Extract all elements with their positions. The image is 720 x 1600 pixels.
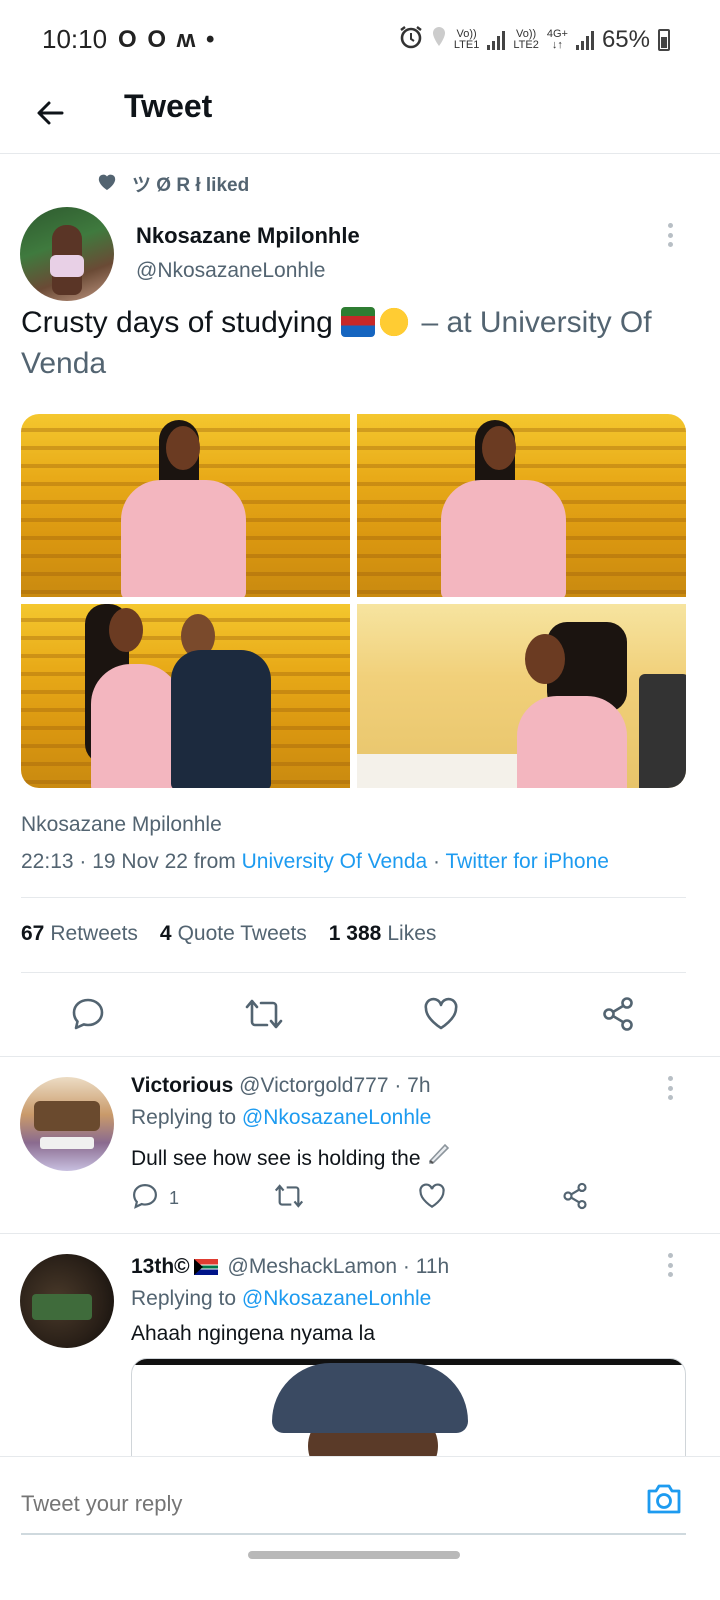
top-app-bar: Tweet [0, 80, 720, 154]
divider [21, 972, 686, 973]
reply-input[interactable] [21, 1491, 581, 1517]
signal-icon-2 [575, 30, 594, 50]
tweet-meta-name: Nkosazane Mpilonhle [21, 813, 222, 836]
reply-button[interactable]: 1 [131, 1181, 179, 1215]
tweet-body: Crusty days of studying [21, 306, 333, 339]
replying-to: Replying to @NkosazaneLonhle [131, 1287, 432, 1310]
retweet-button[interactable] [273, 1181, 305, 1215]
signal-icon [487, 30, 506, 50]
tweet-action-bar [0, 990, 720, 1042]
author-avatar[interactable] [20, 207, 114, 301]
status-right-icons: Vo)) LTE1 Vo)) LTE2 4G+ ↓↑ 65% [398, 24, 670, 55]
place-link[interactable]: University Of Venda [242, 850, 428, 873]
reply-count: 1 [169, 1187, 180, 1208]
heart-icon [418, 1183, 446, 1214]
notification-icons: O O ʍ • [118, 26, 217, 53]
books-emoji [341, 307, 376, 337]
reply-text: Ahaah ngingena nyama la [131, 1322, 376, 1345]
location-icon [432, 26, 446, 53]
sim2-indicator: Vo)) LTE2 [513, 27, 539, 51]
reply-button[interactable] [68, 996, 108, 1036]
loudly-crying-face-emoji [377, 307, 412, 337]
retweets-stat[interactable]: 67 Retweets [21, 922, 138, 946]
reply-author-name[interactable]: 13th© [131, 1255, 190, 1278]
reply-handle-time[interactable]: @Victorgold777 · 7h [239, 1074, 430, 1097]
social-context-text: ツ Ø R ł liked [132, 175, 250, 196]
sim1-indicator: Vo)) LTE1 [453, 27, 480, 51]
tweet-photo-4[interactable] [357, 604, 686, 788]
reply-action-bar: 1 [131, 1181, 611, 1215]
reply-header: Victorious @Victorgold777 · 7h [131, 1074, 431, 1098]
tweet-photo-3[interactable] [21, 604, 350, 788]
tweet-text: Crusty days of studying – at University … [21, 302, 701, 384]
status-bar: 10:10 O O ʍ • Vo)) LTE1 Vo)) LTE2 4G+ ↓↑ 65… [0, 0, 720, 80]
share-button[interactable] [598, 996, 638, 1036]
arrow-left-icon [34, 97, 66, 134]
page-title: Tweet [124, 88, 213, 124]
retweet-icon [273, 1182, 305, 1215]
replying-to-link[interactable]: @NkosazaneLonhle [242, 1287, 431, 1310]
input-underline [21, 1533, 686, 1535]
pen-emoji [426, 1143, 452, 1170]
tweet-stats: 67 Retweets 4 Quote Tweets 1 388 Likes [21, 922, 436, 946]
reply-handle-time[interactable]: @MeshackLamon · 11h [228, 1255, 450, 1278]
author-handle[interactable]: @NkosazaneLonhle [136, 259, 325, 283]
reply-composer [0, 1456, 720, 1600]
tweet-timestamp: 22:13 · 19 Nov 22 from University Of Ven… [21, 850, 609, 873]
share-icon [561, 1182, 589, 1215]
reply-header: 13th© @MeshackLamon · 11h [131, 1255, 449, 1279]
like-button[interactable] [421, 996, 461, 1036]
more-options-icon[interactable] [660, 220, 680, 250]
tweet-media-grid [21, 414, 686, 788]
back-button[interactable] [28, 90, 72, 140]
reply-icon [131, 1182, 159, 1215]
likes-stat[interactable]: 1 388 Likes [329, 922, 437, 946]
network-type: 4G+ ↓↑ [546, 27, 568, 51]
reply-text: Dull see how see is holding the [131, 1141, 452, 1171]
tweet-photo-2[interactable] [357, 414, 686, 597]
avatar[interactable] [20, 1254, 114, 1348]
battery-icon [658, 28, 670, 51]
reply-author-name[interactable]: Victorious [131, 1074, 233, 1097]
more-options-icon[interactable] [660, 1073, 680, 1103]
share-icon [600, 996, 636, 1037]
author-name[interactable]: Nkosazane Mpilonhle [136, 223, 360, 249]
divider [21, 897, 686, 898]
home-indicator[interactable] [248, 1551, 460, 1559]
reply-tweet[interactable]: Victorious @Victorgold777 · 7h Replying … [0, 1057, 720, 1233]
social-context[interactable]: ツ Ø R ł liked [96, 170, 249, 197]
more-options-icon[interactable] [660, 1250, 680, 1280]
south-africa-flag [193, 1259, 218, 1275]
share-button[interactable] [561, 1181, 589, 1215]
heart-filled-icon [96, 171, 118, 197]
retweet-icon [244, 996, 284, 1037]
avatar[interactable] [20, 1077, 114, 1171]
status-time: 10:10 [42, 24, 108, 54]
client-link[interactable]: Twitter for iPhone [446, 850, 609, 873]
heart-icon [423, 997, 459, 1036]
reply-icon [70, 996, 106, 1037]
replying-to-link[interactable]: @NkosazaneLonhle [242, 1106, 431, 1129]
retweet-button[interactable] [244, 996, 284, 1036]
like-button[interactable] [418, 1181, 446, 1215]
camera-icon [645, 1482, 683, 1521]
battery-percent: 65% [601, 25, 650, 53]
camera-button[interactable] [644, 1481, 684, 1521]
tweet-photo-1[interactable] [21, 414, 350, 597]
replying-to: Replying to @NkosazaneLonhle [131, 1106, 432, 1129]
quote-tweets-stat[interactable]: 4 Quote Tweets [160, 922, 307, 946]
alarm-icon [398, 24, 424, 55]
reply-media[interactable] [131, 1358, 686, 1468]
